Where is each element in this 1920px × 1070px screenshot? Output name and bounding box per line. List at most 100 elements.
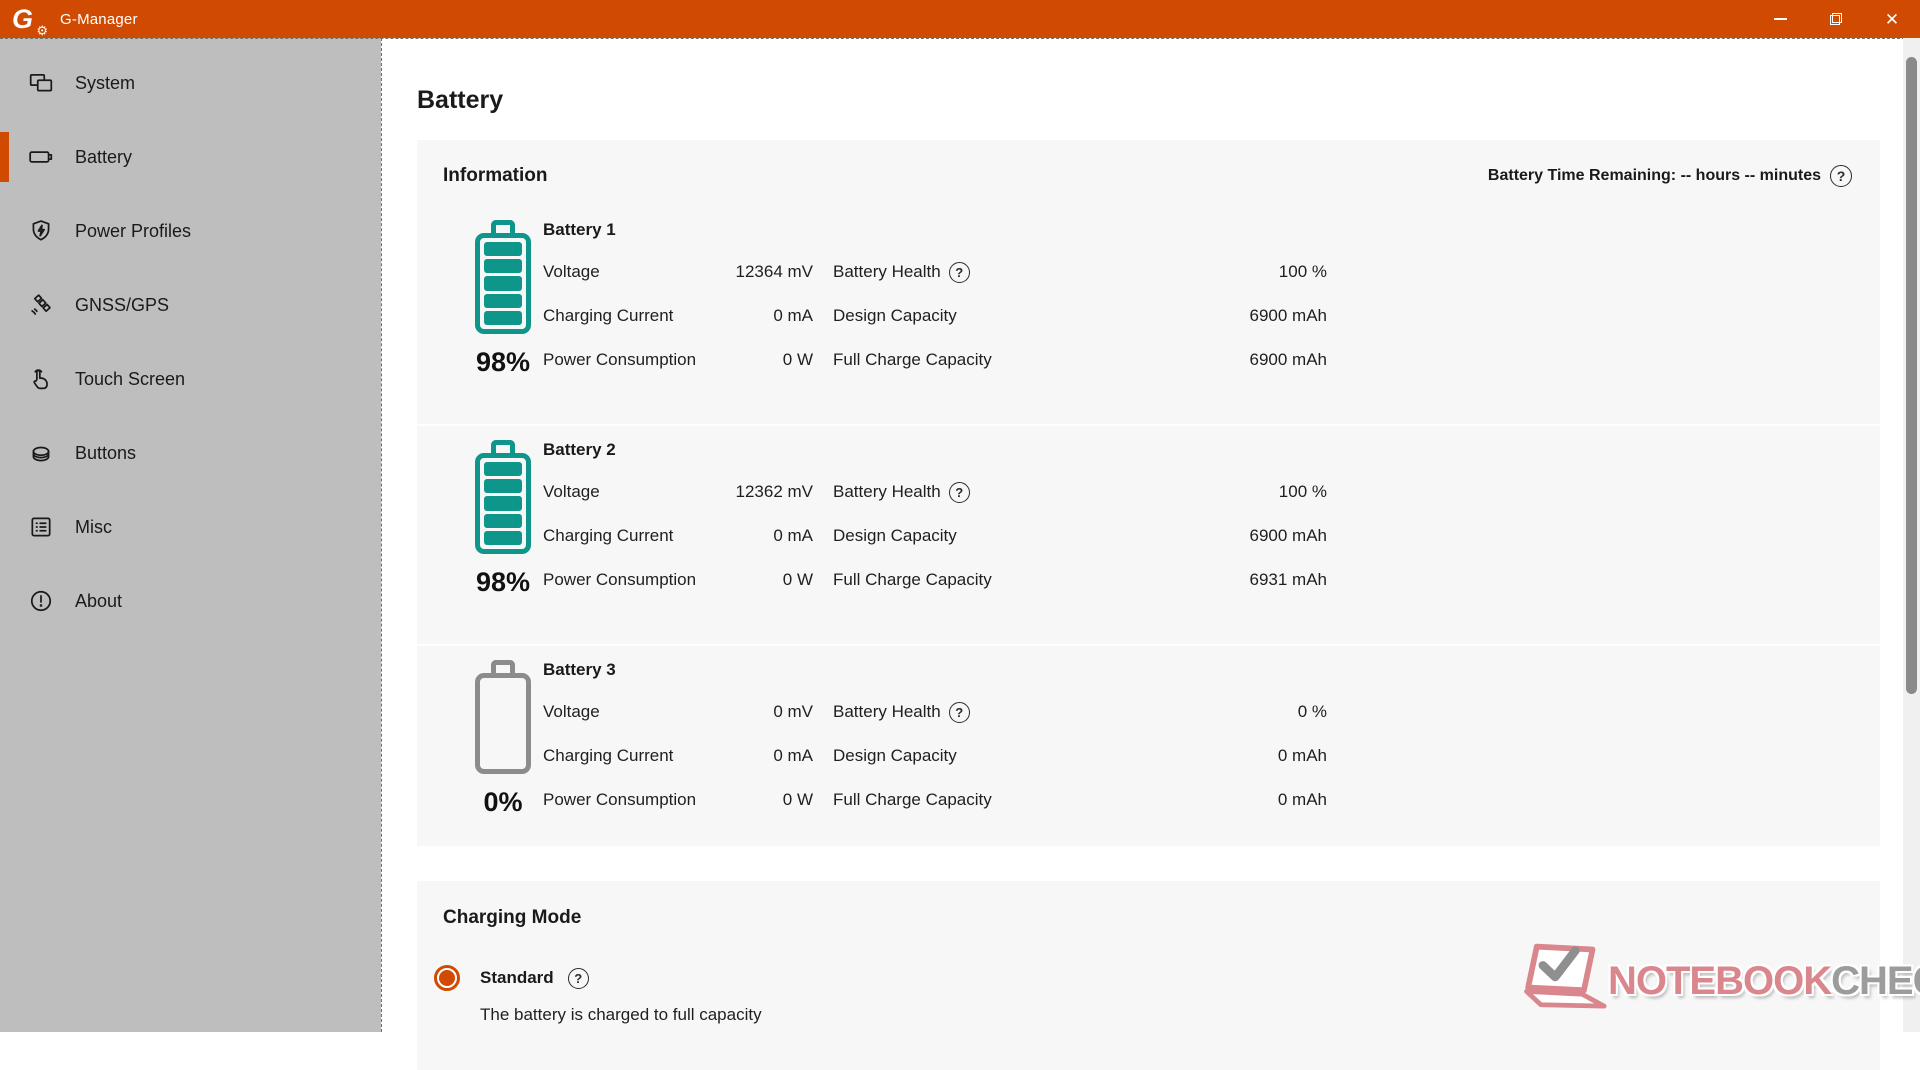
- battery-health-value: 100 %: [1023, 262, 1327, 282]
- sidebar-item-label: Misc: [75, 517, 112, 538]
- voltage-label: Voltage: [543, 702, 713, 722]
- battery-icon: [28, 144, 54, 170]
- restore-icon: [1830, 13, 1842, 25]
- charging-current-value: 0 mA: [713, 526, 813, 546]
- full-charge-capacity-value: 6900 mAh: [1023, 350, 1327, 370]
- radio-dot: [439, 970, 455, 986]
- titlebar: G ⚙ G-Manager ✕: [0, 0, 1920, 38]
- buttons-icon: [28, 440, 54, 466]
- sidebar-item-label: Buttons: [75, 443, 136, 464]
- charging-current-value: 0 mA: [713, 306, 813, 326]
- battery-charged-icon: [475, 220, 531, 334]
- main-content: Battery Information Battery Time Remaini…: [382, 38, 1920, 1032]
- logo-letter: G: [12, 4, 33, 34]
- charging-mode-option-label[interactable]: Standard: [480, 968, 554, 988]
- minimize-button[interactable]: [1752, 0, 1808, 38]
- information-card: Information Battery Time Remaining: -- h…: [417, 140, 1880, 846]
- minimize-icon: [1774, 18, 1787, 20]
- restore-button[interactable]: [1808, 0, 1864, 38]
- sidebar-item-label: GNSS/GPS: [75, 295, 169, 316]
- window-controls: ✕: [1752, 0, 1920, 38]
- sidebar-item-battery[interactable]: Battery: [0, 120, 381, 194]
- watermark-text-secondary: CHECK: [1831, 959, 1920, 1003]
- scrollbar-thumb[interactable]: [1906, 57, 1917, 694]
- sidebar-item-label: About: [75, 591, 122, 612]
- battery-name: Battery 2: [543, 440, 1880, 470]
- battery-charged-icon: [475, 440, 531, 554]
- battery-time-remaining: Battery Time Remaining: -- hours -- minu…: [1488, 165, 1852, 187]
- full-charge-capacity-value: 0 mAh: [1023, 790, 1327, 810]
- battery-percent: 98%: [470, 567, 536, 598]
- design-capacity-value: 6900 mAh: [1023, 526, 1327, 546]
- battery-health-help-icon[interactable]: ?: [949, 702, 970, 723]
- design-capacity-label: Design Capacity: [833, 526, 1023, 546]
- power-consumption-label: Power Consumption: [543, 790, 713, 810]
- battery-health-help-icon[interactable]: ?: [949, 482, 970, 503]
- sidebar-item-system[interactable]: System: [0, 46, 381, 120]
- sidebar-item-buttons[interactable]: Buttons: [0, 416, 381, 490]
- gnss-gps-icon: [28, 292, 54, 318]
- system-icon: [28, 70, 54, 96]
- sidebar-item-about[interactable]: About: [0, 564, 381, 638]
- voltage-label: Voltage: [543, 482, 713, 502]
- power-consumption-label: Power Consumption: [543, 570, 713, 590]
- power-consumption-value: 0 W: [713, 350, 813, 370]
- charging-mode-title: Charging Mode: [443, 907, 581, 928]
- design-capacity-label: Design Capacity: [833, 746, 1023, 766]
- charging-current-label: Charging Current: [543, 746, 713, 766]
- battery-health-value: 100 %: [1023, 482, 1327, 502]
- charging-current-label: Charging Current: [543, 526, 713, 546]
- about-icon: [28, 588, 54, 614]
- sidebar: System Battery Power Profiles GNSS/GPS T…: [0, 38, 381, 1032]
- vertical-scrollbar[interactable]: [1903, 38, 1920, 1032]
- laptop-check-icon: [1515, 935, 1617, 1027]
- logo-gear-icon: ⚙: [36, 24, 48, 37]
- misc-icon: [28, 514, 54, 540]
- power-consumption-value: 0 W: [713, 570, 813, 590]
- full-charge-capacity-label: Full Charge Capacity: [833, 790, 1023, 810]
- information-card-title: Information: [443, 165, 548, 187]
- close-icon: ✕: [1885, 11, 1899, 28]
- battery-health-label: Battery Health: [833, 702, 941, 722]
- power-profiles-icon: [28, 218, 54, 244]
- sidebar-item-power-profiles[interactable]: Power Profiles: [0, 194, 381, 268]
- sidebar-item-gnss-gps[interactable]: GNSS/GPS: [0, 268, 381, 342]
- battery-health-value: 0 %: [1023, 702, 1327, 722]
- charging-current-value: 0 mA: [713, 746, 813, 766]
- close-button[interactable]: ✕: [1864, 0, 1920, 38]
- voltage-value: 12364 mV: [713, 262, 813, 282]
- design-capacity-value: 6900 mAh: [1023, 306, 1327, 326]
- battery-time-remaining-text: Battery Time Remaining: -- hours -- minu…: [1488, 167, 1821, 185]
- battery-3-section: 0% Battery 3 Voltage 0 mV Battery Health…: [417, 644, 1880, 842]
- touch-screen-icon: [28, 366, 54, 392]
- battery-1-section: 98% Battery 1 Voltage 12364 mV Battery H…: [417, 206, 1880, 424]
- charging-mode-help-icon[interactable]: ?: [568, 968, 589, 989]
- page-title: Battery: [417, 86, 503, 115]
- radio-button-selected[interactable]: [434, 965, 460, 991]
- design-capacity-value: 0 mAh: [1023, 746, 1327, 766]
- battery-name: Battery 3: [543, 660, 1880, 690]
- battery-health-label: Battery Health: [833, 262, 941, 282]
- sidebar-item-label: Power Profiles: [75, 221, 191, 242]
- sidebar-item-misc[interactable]: Misc: [0, 490, 381, 564]
- battery-percent: 0%: [470, 787, 536, 818]
- sidebar-item-label: Touch Screen: [75, 369, 185, 390]
- sidebar-divider: [381, 38, 382, 1032]
- sidebar-item-touch-screen[interactable]: Touch Screen: [0, 342, 381, 416]
- active-indicator: [0, 132, 9, 182]
- app-logo: G ⚙: [12, 4, 46, 34]
- full-charge-capacity-label: Full Charge Capacity: [833, 350, 1023, 370]
- sidebar-item-label: System: [75, 73, 135, 94]
- help-icon[interactable]: ?: [1830, 165, 1852, 187]
- voltage-label: Voltage: [543, 262, 713, 282]
- battery-health-help-icon[interactable]: ?: [949, 262, 970, 283]
- battery-health-label: Battery Health: [833, 482, 941, 502]
- full-charge-capacity-label: Full Charge Capacity: [833, 570, 1023, 590]
- app-title: G-Manager: [60, 11, 138, 28]
- battery-percent: 98%: [470, 347, 536, 378]
- charging-current-label: Charging Current: [543, 306, 713, 326]
- design-capacity-label: Design Capacity: [833, 306, 1023, 326]
- battery-name: Battery 1: [543, 220, 1880, 250]
- full-charge-capacity-value: 6931 mAh: [1023, 570, 1327, 590]
- power-consumption-label: Power Consumption: [543, 350, 713, 370]
